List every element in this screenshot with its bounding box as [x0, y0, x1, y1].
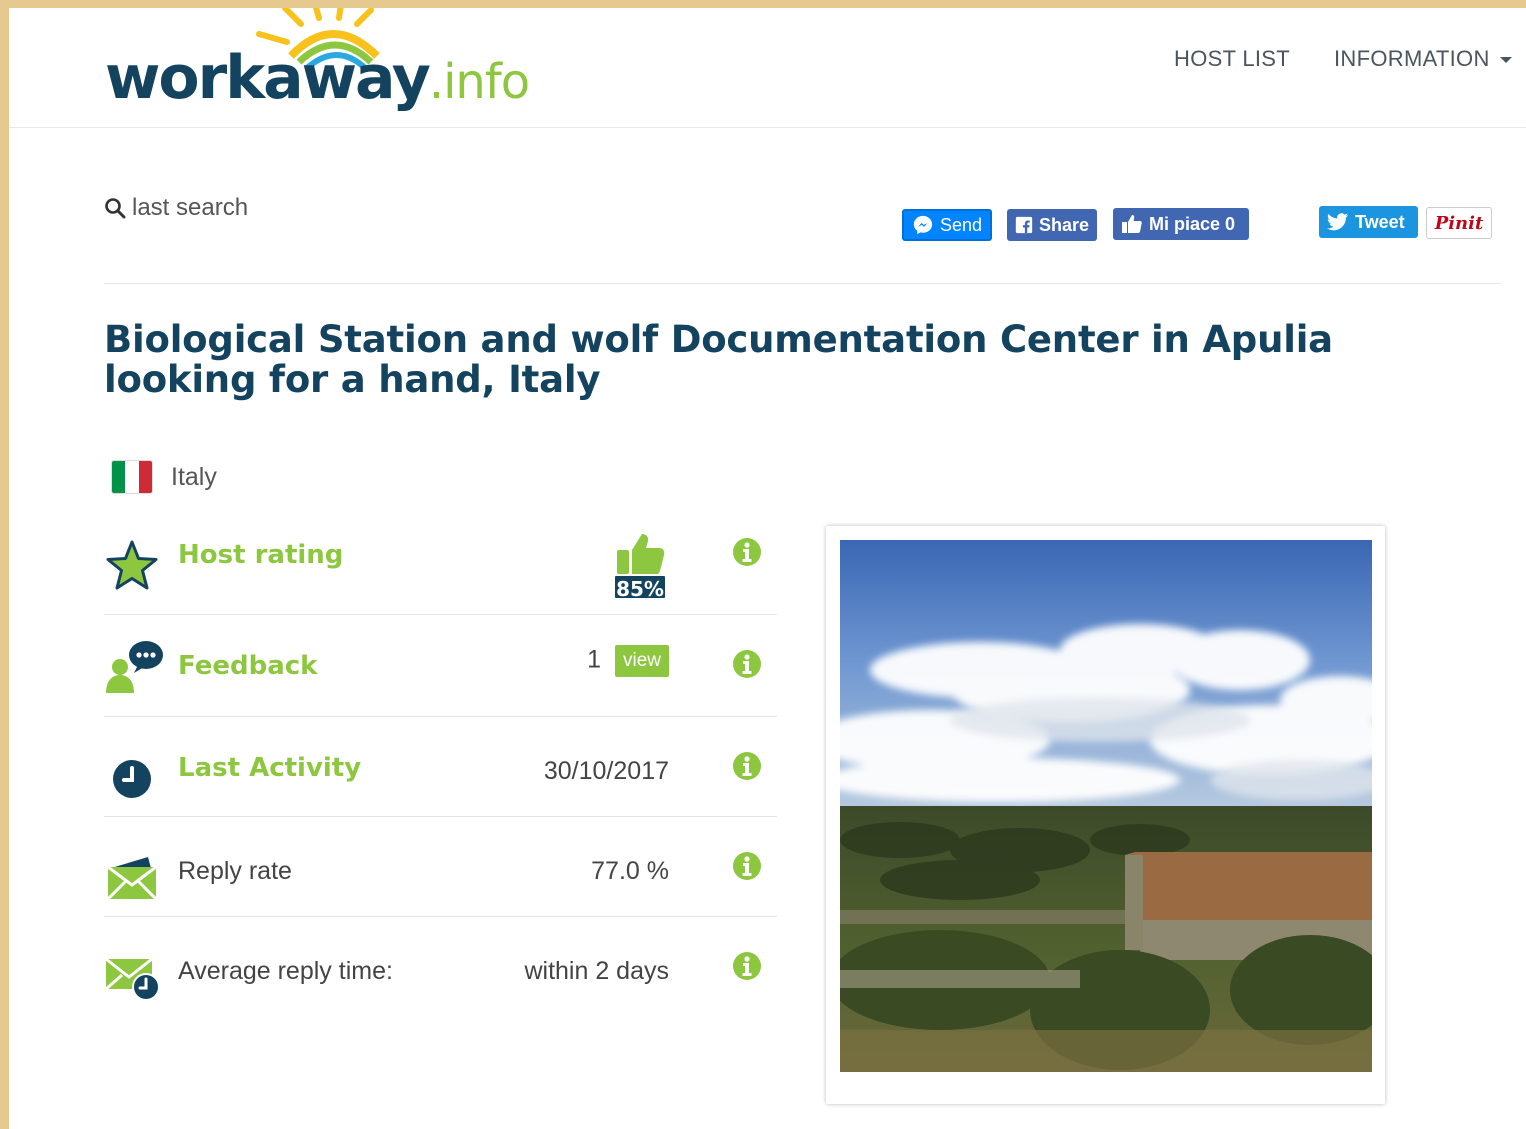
star-icon	[106, 540, 158, 590]
avg-reply-label: Average reply time:	[178, 957, 393, 985]
workaway-logo[interactable]: workaway.info	[101, 8, 530, 134]
stat-row-feedback: Feedback 1 view	[104, 615, 777, 717]
facebook-share-button[interactable]: Share	[1007, 209, 1097, 241]
section-divider	[104, 283, 1501, 284]
avg-reply-value: within 2 days	[524, 957, 669, 985]
italy-flag-icon	[111, 460, 153, 494]
tweet-button[interactable]: Tweet	[1319, 206, 1418, 238]
nav-information[interactable]: INFORMATION	[1334, 46, 1512, 72]
rating-thumbs-up-icon	[617, 534, 665, 575]
host-photo-card[interactable]	[826, 526, 1385, 1104]
stat-row-last-activity: Last Activity 30/10/2017	[104, 717, 777, 817]
country-row: Italy	[111, 460, 217, 494]
thumbs-up-icon	[1122, 215, 1142, 233]
caret-down-icon	[1499, 57, 1512, 64]
envelope-clock-icon	[105, 957, 160, 1001]
page-frame: workaway.info HOST LIST INFORMATION last…	[9, 8, 1526, 1129]
messenger-icon	[913, 215, 933, 235]
feedback-count: 1	[587, 645, 601, 674]
nav-host-list[interactable]: HOST LIST	[1174, 46, 1290, 72]
last-search-link[interactable]: last search	[104, 194, 248, 222]
like-label: Mi piace 0	[1149, 213, 1236, 234]
info-icon[interactable]	[732, 851, 762, 881]
last-activity-value: 30/10/2017	[543, 757, 669, 785]
pin-label: Pinit	[1434, 212, 1484, 234]
nav-information-label: INFORMATION	[1334, 46, 1490, 71]
envelope-icon	[106, 857, 158, 901]
country-name: Italy	[171, 462, 217, 491]
last-activity-label: Last Activity	[178, 753, 362, 783]
feedback-chat-icon	[106, 641, 163, 693]
reply-rate-value: 77.0 %	[591, 857, 669, 885]
host-rating-badge: 85%	[613, 532, 667, 606]
stat-row-host-rating: Host rating 85%	[104, 520, 777, 615]
stat-row-reply-rate: Reply rate 77.0 %	[104, 817, 777, 917]
info-icon[interactable]	[732, 951, 762, 981]
facebook-like-button[interactable]: Mi piace 0	[1113, 208, 1249, 240]
logo-main-text: workaway	[105, 43, 431, 113]
logo-wordmark: workaway.info	[105, 48, 530, 110]
share-label: Share	[1038, 214, 1089, 235]
feedback-label: Feedback	[178, 651, 318, 681]
page-title: Biological Station and wolf Documentatio…	[104, 318, 1333, 401]
info-icon[interactable]	[732, 537, 762, 567]
feedback-view-button[interactable]: view	[614, 645, 669, 677]
stat-row-avg-reply-time: Average reply time: within 2 days	[104, 917, 777, 1017]
tweet-label: Tweet	[1355, 211, 1405, 232]
host-photo[interactable]	[840, 540, 1372, 1072]
pinterest-pin-button[interactable]: Pinit	[1426, 207, 1492, 239]
facebook-icon	[1015, 216, 1033, 234]
header-divider	[9, 127, 1526, 128]
twitter-bird-icon	[1327, 213, 1349, 231]
host-rating-percent: 85%	[613, 574, 667, 601]
logo-tld-text: .info	[428, 54, 530, 110]
search-icon	[105, 198, 126, 219]
info-icon[interactable]	[732, 649, 762, 679]
send-label: Send	[939, 214, 982, 235]
feedback-value: 1 view	[587, 645, 669, 677]
messenger-send-button[interactable]: Send	[902, 209, 992, 241]
last-search-label: last search	[132, 194, 249, 221]
info-icon[interactable]	[732, 751, 762, 781]
clock-icon	[113, 760, 151, 798]
reply-rate-label: Reply rate	[178, 857, 292, 885]
host-stats-list: Host rating 85% Feedback 1 view Last Act…	[104, 520, 777, 1017]
host-rating-label: Host rating	[178, 540, 344, 570]
